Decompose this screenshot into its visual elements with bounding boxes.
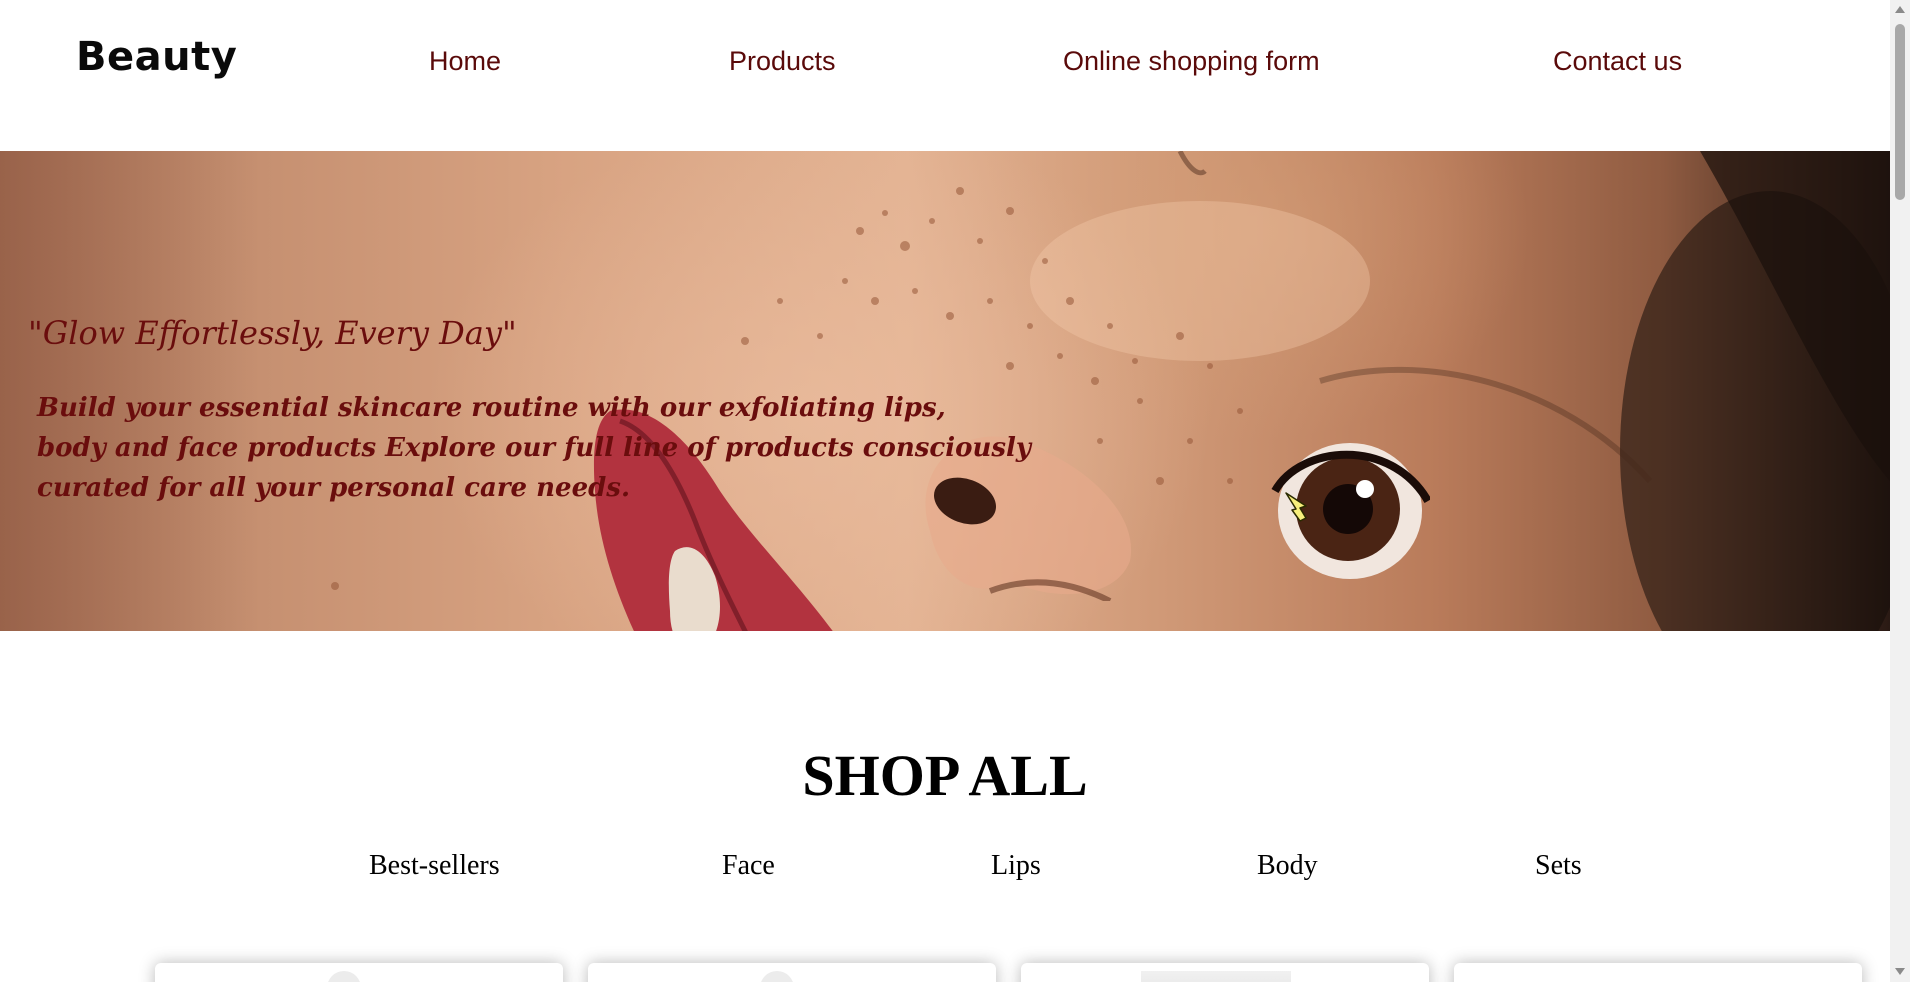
product-card[interactable]	[155, 963, 563, 982]
hand-pointer-icon	[1285, 492, 1307, 522]
category-body[interactable]: Body	[1257, 850, 1318, 882]
category-sets[interactable]: Sets	[1535, 850, 1582, 882]
nav-home-link[interactable]: Home	[429, 46, 501, 77]
product-thumbnail	[327, 971, 361, 982]
hero-description-line: curated for all your personal care needs…	[37, 473, 630, 503]
product-card[interactable]	[588, 963, 996, 982]
scroll-down-arrow-icon[interactable]	[1895, 968, 1905, 975]
hero-nose-shape	[925, 436, 1132, 601]
product-thumbnail	[760, 971, 794, 982]
site-header: Beauty Home Products Online shopping for…	[0, 0, 1890, 151]
nav-products-link[interactable]: Products	[729, 46, 836, 77]
hero-description-line: Build your essential skincare routine wi…	[37, 393, 946, 423]
nav-contact-link[interactable]: Contact us	[1553, 46, 1682, 77]
hero-tagline: "Glow Effortlessly, Every Day"	[28, 314, 517, 352]
site-logo[interactable]: Beauty	[76, 34, 237, 80]
product-card[interactable]	[1021, 963, 1429, 982]
category-face[interactable]: Face	[722, 850, 775, 882]
page-viewport: Beauty Home Products Online shopping for…	[0, 0, 1890, 982]
category-lips[interactable]: Lips	[991, 850, 1041, 882]
scroll-up-arrow-icon[interactable]	[1895, 6, 1905, 13]
product-thumbnail	[1141, 971, 1291, 982]
nav-shopping-form-link[interactable]: Online shopping form	[1063, 46, 1320, 77]
product-card[interactable]	[1454, 963, 1862, 982]
vertical-scrollbar[interactable]	[1890, 0, 1910, 982]
scrollbar-thumb[interactable]	[1895, 24, 1905, 200]
hero-banner: "Glow Effortlessly, Every Day" Build you…	[0, 151, 1890, 631]
shop-all-heading: SHOP ALL	[802, 743, 1088, 809]
category-best-sellers[interactable]: Best-sellers	[369, 850, 500, 882]
hero-description: Build your essential skincare routine wi…	[37, 388, 1031, 508]
hero-description-line: body and face products Explore our full …	[37, 433, 1031, 463]
